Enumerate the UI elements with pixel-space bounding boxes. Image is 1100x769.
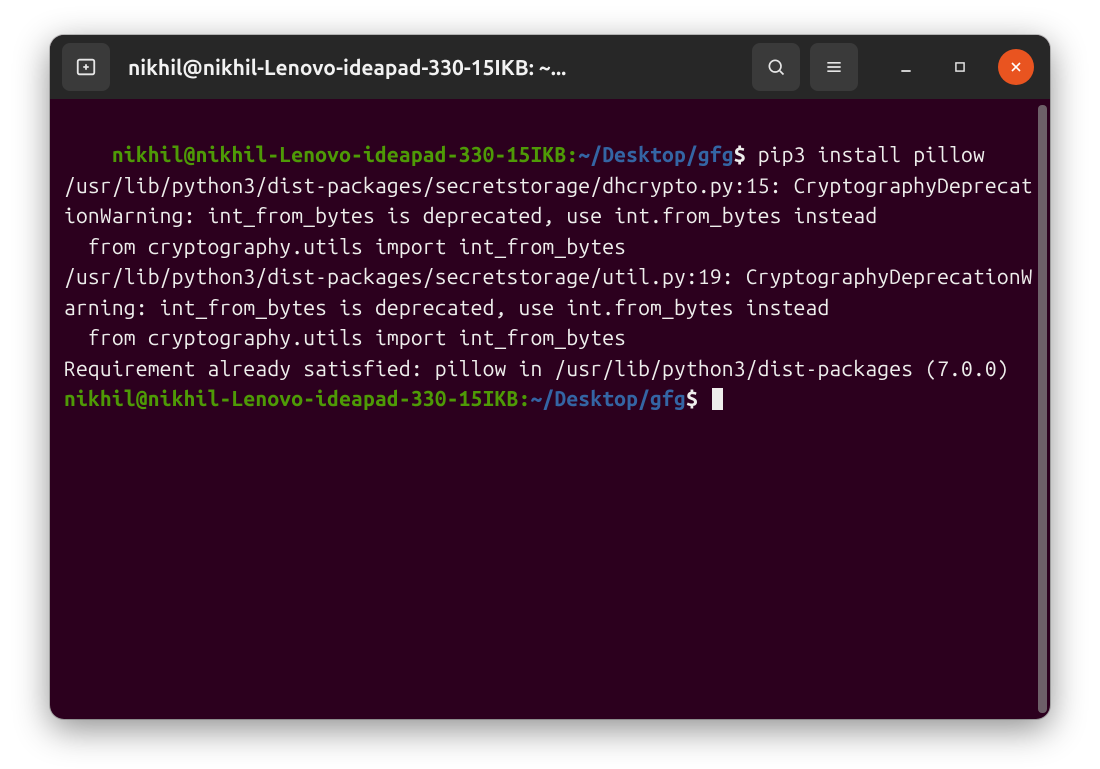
prompt-dollar: $ xyxy=(734,142,746,166)
terminal-window: nikhil@nikhil-Lenovo-ideapad-330-15IKB: … xyxy=(50,35,1050,719)
command-text: pip3 install pillow xyxy=(746,142,985,166)
prompt-tilde: ~ xyxy=(578,142,590,166)
terminal-body[interactable]: nikhil@nikhil-Lenovo-ideapad-330-15IKB:~… xyxy=(50,99,1050,719)
cursor-block xyxy=(712,388,723,410)
prompt-tilde: ~ xyxy=(530,386,542,410)
prompt-colon: : xyxy=(566,142,578,166)
titlebar: nikhil@nikhil-Lenovo-ideapad-330-15IKB: … xyxy=(50,35,1050,99)
search-button[interactable] xyxy=(752,43,800,91)
new-tab-button[interactable] xyxy=(62,43,110,91)
prompt-userhost: nikhil@nikhil-Lenovo-ideapad-330-15IKB xyxy=(64,386,518,410)
prompt-dollar: $ xyxy=(686,386,698,410)
scrollbar[interactable] xyxy=(1038,105,1047,713)
minimize-button[interactable] xyxy=(884,45,928,89)
window-title: nikhil@nikhil-Lenovo-ideapad-330-15IKB: … xyxy=(120,55,742,79)
close-button[interactable] xyxy=(998,49,1034,85)
output-text: /usr/lib/python3/dist-packages/secretsto… xyxy=(64,173,1033,380)
maximize-button[interactable] xyxy=(938,45,982,89)
prompt-path: /Desktop/gfg xyxy=(590,142,734,166)
prompt-userhost: nikhil@nikhil-Lenovo-ideapad-330-15IKB xyxy=(112,142,566,166)
hamburger-menu-button[interactable] xyxy=(810,43,858,91)
prompt-path: /Desktop/gfg xyxy=(542,386,686,410)
prompt-colon: : xyxy=(518,386,530,410)
